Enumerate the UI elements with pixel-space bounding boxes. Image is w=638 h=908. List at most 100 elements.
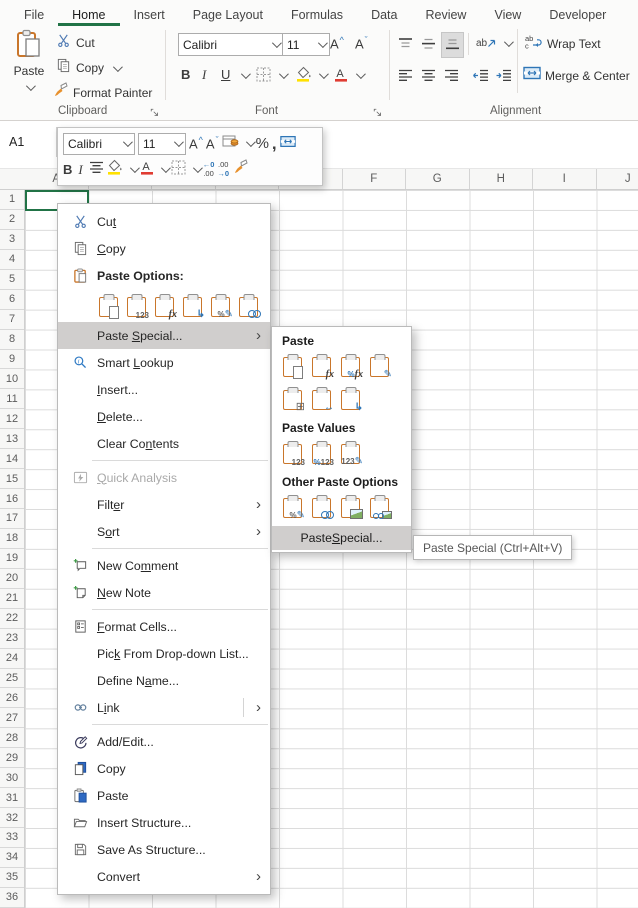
row-header-26[interactable]: 26 <box>0 688 24 708</box>
align-center-button[interactable] <box>421 69 436 87</box>
mini-fill-chevron-icon[interactable] <box>130 163 140 173</box>
underline-button[interactable]: U <box>221 67 230 82</box>
row-header-10[interactable]: 10 <box>0 369 24 389</box>
italic-button[interactable]: I <box>202 67 206 83</box>
accounting-dropdown-chevron-icon[interactable] <box>246 137 256 147</box>
menu-item-new-comment[interactable]: New Comment <box>58 552 270 579</box>
row-header-35[interactable]: 35 <box>0 868 24 888</box>
paste-dropdown-chevron-icon[interactable] <box>25 81 35 91</box>
menu-item-link[interactable]: Link› <box>58 694 270 721</box>
submenu-keep-source-column-widths-icon[interactable]: ↔ <box>311 387 332 411</box>
row-header-22[interactable]: 22 <box>0 609 24 629</box>
menu-item-insert-structure[interactable]: Insert Structure... <box>58 809 270 836</box>
row-header-15[interactable]: 15 <box>0 469 24 489</box>
menu-item-convert[interactable]: Convert› <box>58 863 270 890</box>
cut-button[interactable]: Cut <box>56 33 95 53</box>
row-header-29[interactable]: 29 <box>0 748 24 768</box>
row-header-1[interactable]: 1 <box>0 190 24 210</box>
ribbon-tab-view[interactable]: View <box>480 3 535 26</box>
row-headers[interactable]: 1234567891011121314151617181920212223242… <box>0 190 25 908</box>
align-right-button[interactable] <box>444 69 459 87</box>
mini-borders-chevron-icon[interactable] <box>193 163 203 173</box>
submenu-linked-picture-icon[interactable] <box>369 495 390 519</box>
mini-italic-button[interactable]: I <box>78 162 82 178</box>
percent-style-button[interactable]: % <box>256 135 269 152</box>
row-header-19[interactable]: 19 <box>0 549 24 569</box>
increase-indent-button[interactable] <box>495 69 512 87</box>
decrease-decimal-button[interactable]: ←0.00 <box>203 161 215 178</box>
submenu-formulas-number-formatting-icon[interactable]: %fx <box>340 354 361 378</box>
mini-grow-font-button[interactable]: A^ <box>189 135 203 151</box>
submenu-transpose-icon[interactable]: ↳ <box>340 387 361 411</box>
orientation-dropdown-chevron-icon[interactable] <box>504 37 514 47</box>
menu-item-define-name[interactable]: Define Name... <box>58 667 270 694</box>
paste-option-link-icon[interactable] <box>238 294 259 318</box>
font-size-select[interactable]: 11 <box>282 33 330 56</box>
row-header-8[interactable]: 8 <box>0 330 24 350</box>
row-header-17[interactable]: 17 <box>0 509 24 529</box>
align-middle-button[interactable] <box>421 37 436 55</box>
row-header-31[interactable]: 31 <box>0 788 24 808</box>
mini-fill-color-button[interactable] <box>107 159 123 180</box>
menu-item-new-note[interactable]: New Note <box>58 579 270 606</box>
row-header-6[interactable]: 6 <box>0 290 24 310</box>
row-header-3[interactable]: 3 <box>0 230 24 250</box>
row-header-11[interactable]: 11 <box>0 389 24 409</box>
submenu-values-source-formatting-icon[interactable]: 123✎ <box>340 441 361 465</box>
clipboard-dialog-launcher[interactable] <box>150 105 162 117</box>
row-header-28[interactable]: 28 <box>0 728 24 748</box>
ribbon-tab-insert[interactable]: Insert <box>120 3 179 26</box>
decrease-indent-button[interactable] <box>472 69 489 87</box>
ribbon-tab-developer[interactable]: Developer <box>535 3 620 26</box>
row-header-36[interactable]: 36 <box>0 888 24 908</box>
row-header-12[interactable]: 12 <box>0 409 24 429</box>
grow-font-button[interactable]: A^ <box>330 35 344 51</box>
name-box[interactable]: A1 <box>0 127 57 157</box>
align-left-button[interactable] <box>398 69 413 87</box>
submenu-values-icon[interactable]: 123 <box>282 441 303 465</box>
column-header-J[interactable]: J <box>597 169 638 189</box>
submenu-paste-link-icon[interactable] <box>311 495 332 519</box>
mini-align-center-button[interactable] <box>89 161 104 179</box>
ribbon-tab-review[interactable]: Review <box>411 3 480 26</box>
ribbon-tab-home[interactable]: Home <box>58 3 119 26</box>
mini-font-color-button[interactable]: A <box>140 159 154 180</box>
row-header-7[interactable]: 7 <box>0 310 24 330</box>
submenu-keep-source-formatting-icon[interactable]: ✎ <box>369 354 390 378</box>
ribbon-tab-formulas[interactable]: Formulas <box>277 3 357 26</box>
ribbon-tab-page-layout[interactable]: Page Layout <box>179 3 277 26</box>
row-header-16[interactable]: 16 <box>0 489 24 509</box>
row-header-13[interactable]: 13 <box>0 429 24 449</box>
menu-item-add-edit[interactable]: Add/Edit... <box>58 728 270 755</box>
submenu-formulas-icon[interactable]: fx <box>311 354 332 378</box>
mini-font-name-select[interactable]: Calibri <box>63 133 135 155</box>
menu-item-cut[interactable]: Cut <box>58 208 270 235</box>
orientation-button[interactable]: ab <box>476 35 497 54</box>
row-header-18[interactable]: 18 <box>0 529 24 549</box>
menu-item-paste-structure[interactable]: Paste <box>58 782 270 809</box>
font-name-select[interactable]: Calibri <box>178 33 284 56</box>
mini-font-size-select[interactable]: 11 <box>138 133 186 155</box>
row-header-4[interactable]: 4 <box>0 250 24 270</box>
menu-item-copy[interactable]: Copy <box>58 235 270 262</box>
mini-font-color-chevron-icon[interactable] <box>161 163 171 173</box>
menu-item-sort[interactable]: Sort› <box>58 518 270 545</box>
menu-item-save-as-structure[interactable]: Save As Structure... <box>58 836 270 863</box>
underline-dropdown-chevron-icon[interactable] <box>241 69 251 79</box>
wrap-text-button[interactable]: abc Wrap Text <box>525 34 601 54</box>
paste-option-paste-icon[interactable] <box>98 294 119 318</box>
column-header-I[interactable]: I <box>533 169 597 189</box>
mini-bold-button[interactable]: B <box>63 162 72 177</box>
accounting-format-button[interactable] <box>222 134 239 153</box>
menu-item-paste-special[interactable]: Paste Special...› <box>58 322 270 349</box>
submenu-paste-icon[interactable] <box>282 354 303 378</box>
row-header-27[interactable]: 27 <box>0 708 24 728</box>
menu-item-clear-contents[interactable]: Clear Contents <box>58 430 270 457</box>
row-header-25[interactable]: 25 <box>0 669 24 689</box>
row-header-34[interactable]: 34 <box>0 848 24 868</box>
column-header-F[interactable]: F <box>343 169 407 189</box>
font-color-dropdown-chevron-icon[interactable] <box>356 69 366 79</box>
mini-format-painter-button[interactable] <box>232 159 248 180</box>
row-header-2[interactable]: 2 <box>0 210 24 230</box>
submenu-picture-icon[interactable] <box>340 495 361 519</box>
